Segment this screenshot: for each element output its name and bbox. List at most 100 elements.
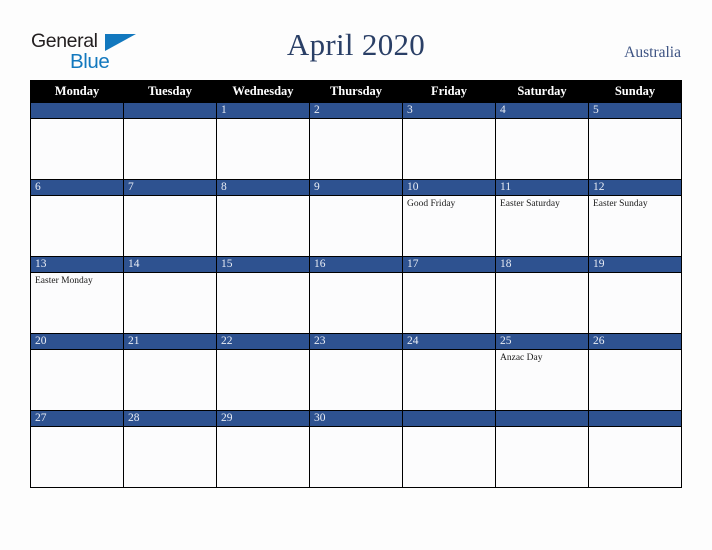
calendar-day-cell[interactable]: 21 (123, 333, 217, 410)
day-events (31, 119, 123, 121)
weekday-header-row: Monday Tuesday Wednesday Thursday Friday… (30, 80, 682, 102)
calendar-week-row: 12345 (30, 101, 682, 179)
calendar-day-cell[interactable]: 12 Easter Sunday (588, 179, 682, 256)
calendar-day-cell[interactable]: 19 (588, 256, 682, 333)
calendar-day-cell[interactable] (30, 101, 124, 179)
day-number: 20 (31, 333, 123, 350)
day-number: 13 (31, 256, 123, 273)
calendar-day-cell[interactable]: 13 Easter Monday (30, 256, 124, 333)
calendar-day-cell[interactable] (588, 410, 682, 488)
day-number: 15 (217, 256, 309, 273)
day-number: 21 (124, 333, 216, 350)
day-events (31, 196, 123, 198)
day-number (124, 102, 216, 119)
calendar-day-cell[interactable]: 17 (402, 256, 496, 333)
day-events (403, 119, 495, 121)
holiday-label: Easter Sunday (593, 199, 648, 209)
day-events (589, 427, 681, 429)
calendar-week-row: 27 28 29 30 (30, 410, 682, 488)
calendar-day-cell[interactable] (495, 410, 589, 488)
calendar-day-cell[interactable] (402, 410, 496, 488)
day-events: Easter Monday (31, 273, 123, 287)
day-events: Anzac Day (496, 350, 588, 364)
calendar-day-cell[interactable]: 22 (216, 333, 310, 410)
day-events (589, 273, 681, 275)
calendar-day-cell[interactable]: 1 (216, 101, 310, 179)
day-number: 16 (310, 256, 402, 273)
calendar-day-cell[interactable]: 9 (309, 179, 403, 256)
day-events (310, 119, 402, 121)
day-events (124, 119, 216, 121)
day-number (403, 410, 495, 427)
day-number: 17 (403, 256, 495, 273)
day-number: 28 (124, 410, 216, 427)
day-events (403, 427, 495, 429)
day-number: 18 (496, 256, 588, 273)
day-events (403, 273, 495, 275)
calendar-day-cell[interactable]: 11 Easter Saturday (495, 179, 589, 256)
weekday-header-monday: Monday (30, 80, 124, 102)
region-label: Australia (624, 44, 681, 61)
day-events (310, 273, 402, 275)
day-number: 26 (589, 333, 681, 350)
calendar-day-cell[interactable]: 7 (123, 179, 217, 256)
page-header: General Blue April 2020 Australia (0, 0, 712, 78)
calendar-day-cell[interactable]: 4 (495, 101, 589, 179)
holiday-label: Anzac Day (500, 353, 543, 363)
day-number: 27 (31, 410, 123, 427)
weekday-header-wednesday: Wednesday (216, 80, 310, 102)
calendar-day-cell[interactable]: 6 (30, 179, 124, 256)
calendar-day-cell[interactable]: 28 (123, 410, 217, 488)
calendar-day-cell[interactable]: 18 (495, 256, 589, 333)
day-number: 30 (310, 410, 402, 427)
calendar-day-cell[interactable]: 25 Anzac Day (495, 333, 589, 410)
calendar-week-row: 20 21 22 23 24 25 Anzac Day 26 (30, 333, 682, 410)
day-number: 29 (217, 410, 309, 427)
day-events: Easter Saturday (496, 196, 588, 210)
weekday-header-saturday: Saturday (495, 80, 589, 102)
calendar-day-cell[interactable]: 20 (30, 333, 124, 410)
calendar-day-cell[interactable]: 16 (309, 256, 403, 333)
day-events (124, 273, 216, 275)
calendar-day-cell[interactable]: 3 (402, 101, 496, 179)
day-number (31, 102, 123, 119)
day-events (124, 350, 216, 352)
calendar-day-cell[interactable]: 24 (402, 333, 496, 410)
calendar-day-cell[interactable]: 30 (309, 410, 403, 488)
day-events (217, 119, 309, 121)
day-number: 3 (403, 102, 495, 119)
calendar-day-cell[interactable]: 27 (30, 410, 124, 488)
calendar-day-cell[interactable]: 23 (309, 333, 403, 410)
holiday-label: Good Friday (407, 199, 456, 209)
calendar-day-cell[interactable]: 2 (309, 101, 403, 179)
day-number: 2 (310, 102, 402, 119)
calendar-day-cell[interactable]: 15 (216, 256, 310, 333)
weekday-header-friday: Friday (402, 80, 496, 102)
day-number: 22 (217, 333, 309, 350)
calendar-body: 1 2 3 4 5 6 7 8 9 10 Good Friday 11 Easter Saturday 1… (30, 101, 682, 488)
day-events (124, 427, 216, 429)
calendar-day-cell[interactable]: 14 (123, 256, 217, 333)
calendar-day-cell[interactable]: 5 (588, 101, 682, 179)
day-number: 9 (310, 179, 402, 196)
calendar-day-cell[interactable] (123, 101, 217, 179)
day-number (589, 410, 681, 427)
calendar-day-cell[interactable]: 26 (588, 333, 682, 410)
day-number: 24 (403, 333, 495, 350)
day-events (403, 350, 495, 352)
day-events (124, 196, 216, 198)
calendar-day-cell[interactable]: 10 Good Friday (402, 179, 496, 256)
calendar-page: General Blue April 2020 Australia Monday… (0, 0, 712, 550)
day-number: 8 (217, 179, 309, 196)
weekday-header-sunday: Sunday (588, 80, 682, 102)
page-title: April 2020 (286, 27, 426, 62)
day-number: 19 (589, 256, 681, 273)
day-events (310, 196, 402, 198)
weekday-header-thursday: Thursday (309, 80, 403, 102)
day-events (496, 427, 588, 429)
calendar-day-cell[interactable]: 29 (216, 410, 310, 488)
day-events (310, 427, 402, 429)
day-number: 14 (124, 256, 216, 273)
day-number: 25 (496, 333, 588, 350)
calendar-day-cell[interactable]: 8 (216, 179, 310, 256)
